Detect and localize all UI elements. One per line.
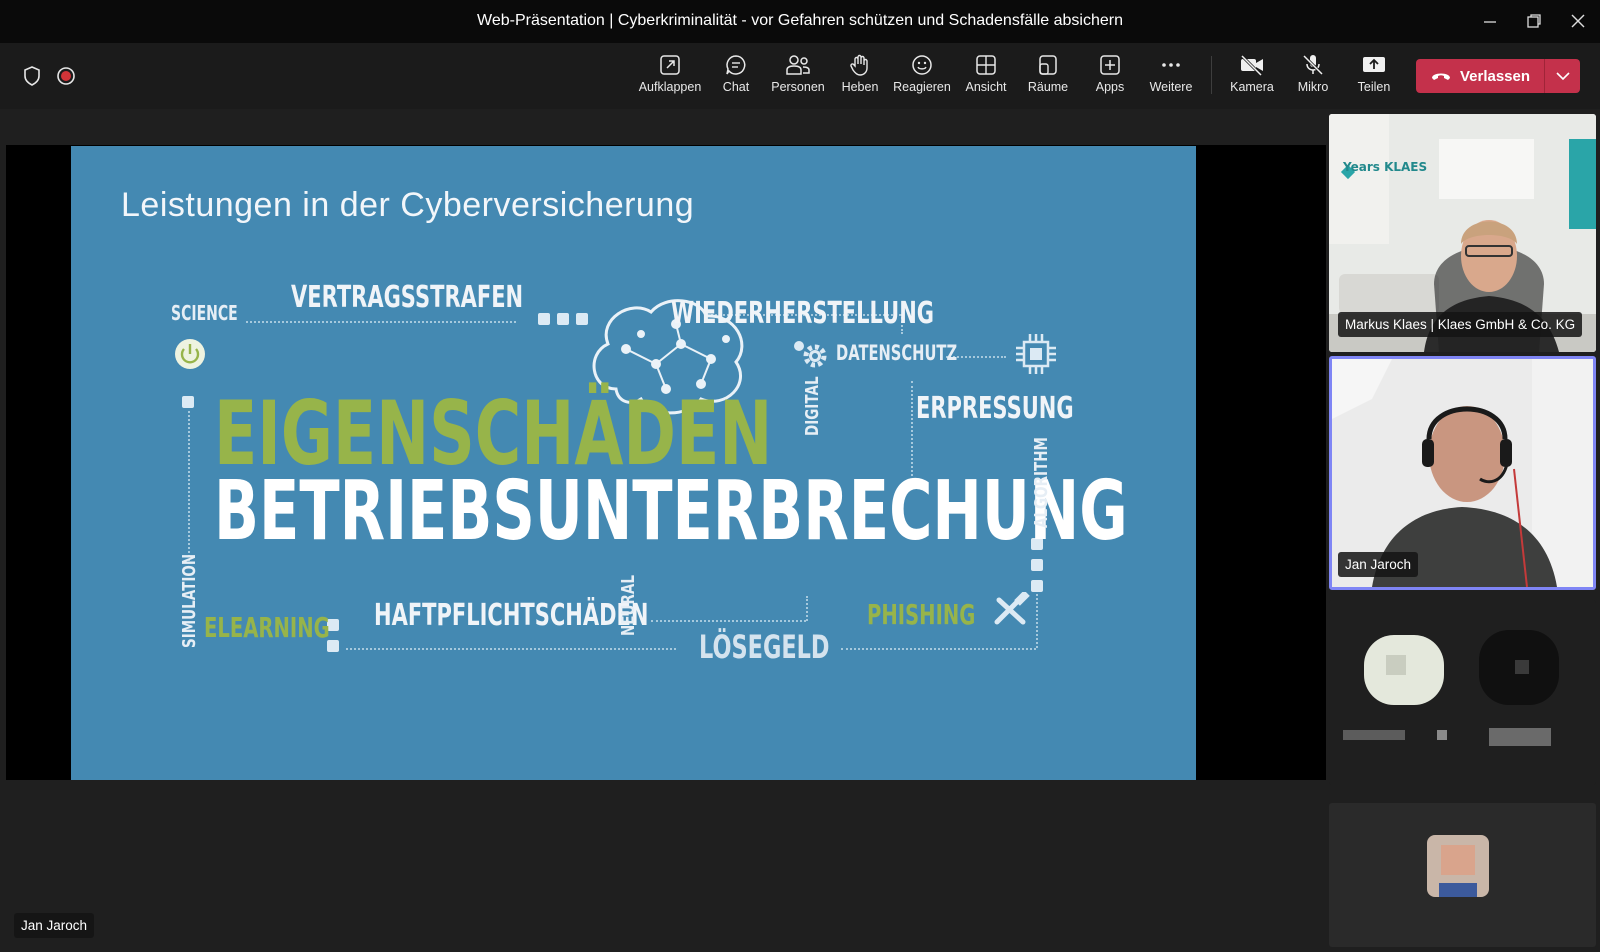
minimize-button[interactable] (1476, 8, 1504, 34)
popout-icon (660, 55, 680, 75)
tool-weitere[interactable]: Weitere (1139, 53, 1203, 105)
redacted-name (1437, 730, 1447, 740)
tool-label: Teilen (1357, 80, 1391, 94)
window-title: Web-Präsentation | Cyberkriminalität - v… (477, 12, 1123, 29)
leave-button[interactable]: Verlassen (1416, 59, 1544, 93)
word-betriebsunterbrechung: BETRIEBSUNTERBRECHUNG (214, 464, 1128, 559)
participant-tile-1[interactable]: Years KLAES Markus Klaes | Klaes GmbH & … (1329, 114, 1596, 352)
tool-label: Personen (771, 80, 825, 94)
grid-icon (976, 55, 996, 75)
word-simulation: SIMULATION (179, 553, 200, 648)
tool-kamera[interactable]: Kamera (1220, 53, 1284, 105)
presenter-name-label: Jan Jaroch (14, 913, 95, 938)
chip-icon (1016, 334, 1056, 374)
slide-title: Leistungen in der Cyberversicherung (121, 186, 695, 224)
people-icon (786, 55, 810, 75)
meeting-toolbar: Aufklappen Chat Personen Heben Reagieren… (0, 43, 1600, 109)
redacted-name (1489, 728, 1551, 746)
word-digital: DIGITAL (802, 376, 823, 436)
leave-options-button[interactable] (1545, 59, 1580, 93)
leave-label: Verlassen (1459, 67, 1531, 85)
word-science: SCIENCE (171, 301, 238, 325)
participant-name-2: Jan Jaroch (1338, 552, 1419, 577)
tools-icon (994, 592, 1030, 625)
avatar-pixel (1441, 845, 1475, 875)
tool-label: Ansicht (965, 80, 1007, 94)
plus-square-icon (1100, 55, 1120, 75)
participant-name-1: Markus Klaes | Klaes GmbH & Co. KG (1338, 312, 1583, 337)
leave-button-group: Verlassen (1416, 59, 1580, 93)
deco-square (1031, 580, 1043, 592)
deco-square (182, 396, 194, 408)
tool-label: Reagieren (893, 80, 951, 94)
toolbar-separator (1211, 56, 1212, 94)
redacted-name (1343, 730, 1405, 740)
tool-label: Weitere (1149, 80, 1193, 94)
power-icon (175, 339, 205, 369)
camera-off-icon (1240, 54, 1263, 77)
tool-label: Mikro (1297, 80, 1329, 94)
word-haftpflichtschaeden: HAFTPFLICHTSCHÄDEN (374, 598, 649, 633)
tool-heben[interactable]: Heben (828, 53, 892, 105)
tool-apps[interactable]: Apps (1078, 53, 1142, 105)
tool-label: Kamera (1230, 80, 1274, 94)
participant-tile-5[interactable] (1329, 803, 1596, 947)
restore-button[interactable] (1520, 8, 1548, 34)
share-icon (1363, 57, 1385, 72)
word-elearning: ELEARNING (204, 611, 330, 644)
tool-label: Aufklappen (638, 80, 702, 94)
tool-label: Apps (1095, 80, 1125, 94)
word-phishing: PHISHING (867, 598, 976, 631)
word-algorithm: ALGORITHM (1031, 437, 1052, 528)
rooms-icon (1039, 55, 1057, 75)
smiley-icon (912, 55, 932, 75)
raise-hand-icon (850, 54, 868, 76)
backdrop-logo: Years KLAES (1343, 160, 1428, 174)
word-wiederherstellung: WIEDERHERSTELLUNG (671, 296, 935, 331)
recording-icon (55, 65, 77, 87)
tool-chat[interactable]: Chat (704, 53, 768, 105)
more-icon (1162, 63, 1180, 67)
tool-label: Räume (1027, 80, 1069, 94)
window-title-bar: Web-Präsentation | Cyberkriminalität - v… (0, 0, 1600, 43)
tool-ansicht[interactable]: Ansicht (954, 53, 1018, 105)
word-neural: NEURAL (618, 575, 639, 636)
chevron-down-icon (1555, 72, 1570, 81)
tool-reagieren[interactable]: Reagieren (890, 53, 954, 105)
shield-icon[interactable] (21, 65, 43, 87)
word-datenschutz: DATENSCHUTZ (836, 341, 958, 365)
tool-label: Chat (722, 80, 750, 94)
avatar-pixel (1386, 655, 1406, 675)
deco-square (538, 313, 550, 325)
participant-tile-2-speaking[interactable]: Jan Jaroch (1329, 356, 1596, 590)
deco-square (557, 313, 569, 325)
tool-mikro[interactable]: Mikro (1281, 53, 1345, 105)
avatar-pixel (1515, 660, 1529, 674)
tool-raeume[interactable]: Räume (1016, 53, 1080, 105)
avatar-pixel (1439, 883, 1477, 897)
deco-square (1031, 559, 1043, 571)
word-erpressung: ERPRESSUNG (916, 391, 1074, 426)
tool-teilen[interactable]: Teilen (1342, 53, 1406, 105)
word-vertragsstrafen: VERTRAGSSTRAFEN (291, 280, 524, 315)
chat-icon (726, 55, 746, 75)
mic-off-icon (1302, 54, 1324, 76)
presentation-slide: Leistungen in der Cyberversicherung SCIE… (71, 146, 1196, 780)
close-button[interactable] (1564, 8, 1592, 34)
tool-aufklappen[interactable]: Aufklappen (638, 53, 702, 105)
tool-personen[interactable]: Personen (766, 53, 830, 105)
word-loesegeld: LÖSEGELD (699, 628, 830, 666)
participant-tile-3-4 (1329, 600, 1596, 785)
gear-icon (794, 341, 827, 368)
tool-label: Heben (841, 80, 879, 94)
hangup-icon (1431, 73, 1450, 80)
